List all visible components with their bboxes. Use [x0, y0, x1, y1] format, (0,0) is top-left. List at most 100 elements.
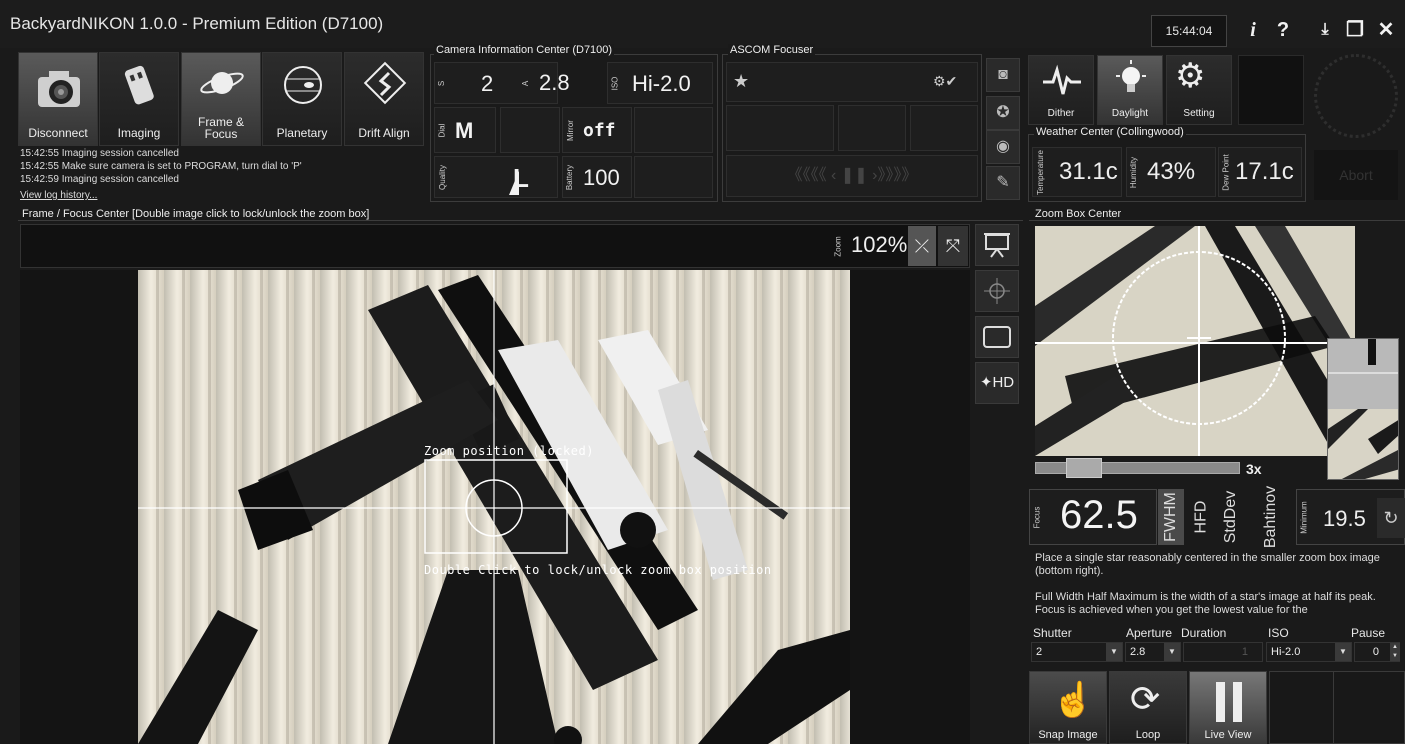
- loop-button[interactable]: ⟳ Loop: [1109, 671, 1187, 744]
- zoom-in-fit-icon[interactable]: ⤫: [908, 226, 936, 266]
- hd-enhance-icon[interactable]: ✦HD: [975, 362, 1019, 404]
- telescope-image[interactable]: [138, 270, 850, 744]
- title-bar: BackyardNIKON 1.0.0 - Premium Edition (D…: [0, 0, 1405, 48]
- quality-wedge-icon: [509, 171, 519, 195]
- close-icon[interactable]: ✕: [1371, 14, 1401, 46]
- duration-input[interactable]: 1: [1183, 642, 1263, 662]
- battery-label: Battery: [565, 164, 575, 190]
- fwhm-option[interactable]: FWHM: [1158, 489, 1184, 545]
- iso-cell: ISO Hi-2.0: [607, 62, 713, 104]
- pen-icon[interactable]: ✎: [986, 166, 1020, 200]
- abort-button[interactable]: Abort: [1314, 150, 1398, 200]
- mirror-cell: Mirror off: [562, 107, 632, 153]
- slider-thumb[interactable]: [1066, 458, 1102, 478]
- frame-rectangle-icon[interactable]: [975, 316, 1019, 358]
- weather-title: Weather Center (Collingwood): [1034, 126, 1186, 138]
- zoom-box-thumbnail: [1327, 338, 1399, 480]
- dial-label: Dial: [437, 123, 447, 137]
- daylight-button[interactable]: Daylight: [1097, 55, 1163, 125]
- mirror-label: Mirror: [565, 119, 575, 141]
- dew-point-label: Dew Point: [1221, 153, 1231, 191]
- help-text-fwhm: Full Width Half Maximum is the width of …: [1035, 591, 1376, 616]
- quality-cell: Quality L: [434, 156, 558, 198]
- humidity-cell: Humidity 43%: [1126, 147, 1216, 197]
- dither-button[interactable]: Dither: [1028, 55, 1094, 125]
- stepper-arrows-icon[interactable]: ▲ ▼: [1390, 643, 1400, 661]
- temperature-cell: Temperature 31.1c: [1032, 147, 1122, 197]
- star-icon: ★: [733, 71, 750, 91]
- duration-label: Duration: [1181, 626, 1227, 640]
- pause-label: Pause: [1351, 626, 1386, 640]
- focus-value: 62.5: [1060, 493, 1138, 537]
- live-view-button[interactable]: Live View: [1189, 671, 1267, 744]
- iso-control-label: ISO: [1268, 626, 1289, 640]
- dew-point-cell: Dew Point 17.1c: [1218, 147, 1302, 197]
- planetary-button[interactable]: Planetary: [262, 52, 342, 146]
- focuser-gear-check-icon[interactable]: ⚙✔: [933, 73, 957, 90]
- chevron-down-icon: ▼: [1335, 643, 1351, 661]
- disconnect-button[interactable]: Disconnect: [18, 52, 98, 146]
- log-line: 15:42:59 Imaging session cancelled: [20, 174, 179, 185]
- s-label: S: [437, 80, 447, 86]
- s-value: 2: [481, 71, 494, 96]
- log-line: 15:42:55 Imaging session cancelled: [20, 148, 179, 159]
- shutter-select[interactable]: 2 ▼: [1031, 642, 1123, 662]
- iso-label: ISO: [610, 76, 620, 90]
- setting-label: Setting: [1183, 108, 1215, 119]
- imaging-label: Imaging: [117, 126, 161, 140]
- progress-dial: [1314, 54, 1398, 138]
- frame-focus-title: Frame / Focus Center [Double image click…: [22, 208, 370, 220]
- hand-icon: ☝: [1052, 681, 1095, 719]
- battery-value: 100: [583, 165, 620, 190]
- zoom-expand-icon[interactable]: ⤧: [938, 226, 968, 266]
- temperature-value: 31.1c: [1059, 158, 1118, 185]
- imaging-button[interactable]: Imaging: [99, 52, 179, 146]
- dial-cell: Dial M: [434, 107, 496, 153]
- restore-icon[interactable]: ❐: [1340, 14, 1370, 46]
- camera-info-title: Camera Information Center (D7100): [434, 44, 615, 56]
- info-icon[interactable]: i: [1238, 14, 1268, 46]
- presentation-icon[interactable]: [975, 224, 1019, 266]
- snap-image-button[interactable]: ☝ Snap Image: [1029, 671, 1107, 744]
- help-icon[interactable]: ?: [1268, 14, 1298, 46]
- bahtinov-option[interactable]: Bahtinov: [1250, 486, 1292, 548]
- aperture-select[interactable]: 2.8 ▼: [1125, 642, 1181, 662]
- aperture-icon[interactable]: ◉: [986, 130, 1020, 164]
- daylight-label: Daylight: [1111, 108, 1149, 119]
- iso-select[interactable]: Hi-2.0 ▼: [1266, 642, 1352, 662]
- help-text-placement: Place a single star reasonably centered …: [1035, 552, 1380, 577]
- disconnect-label: Disconnect: [28, 126, 88, 140]
- setting-button[interactable]: ⚙ Setting: [1166, 55, 1232, 125]
- frame-focus-toolbar: Zoom: [20, 224, 970, 268]
- crosshair-icon[interactable]: [975, 270, 1019, 312]
- chevron-down-icon: ▼: [1106, 643, 1122, 661]
- zoom-box-image[interactable]: [1035, 226, 1355, 456]
- double-click-hint-overlay: Double Click to lock/unlock zoom box pos…: [424, 563, 772, 577]
- magnification-slider[interactable]: [1035, 458, 1240, 478]
- camera-shot-icon[interactable]: ◙: [986, 58, 1020, 92]
- stddev-option[interactable]: StdDev: [1216, 489, 1246, 545]
- zoom-value: 102%: [851, 232, 908, 257]
- minimum-readout: Minimum 19.5 ↻: [1296, 489, 1405, 545]
- loop-icon: ⟳: [1130, 678, 1161, 719]
- view-log-history-link[interactable]: View log history...: [20, 190, 97, 201]
- star-button-icon[interactable]: ✪: [986, 96, 1020, 130]
- planetary-label: Planetary: [276, 126, 328, 140]
- aperture-label: Aperture: [1126, 626, 1173, 640]
- drift-align-button[interactable]: Drift Align: [344, 52, 424, 146]
- minimize-icon[interactable]: ⤓: [1310, 14, 1340, 46]
- focuser-nav[interactable]: 《《《《 ‹ ❚❚ ›》》》》: [726, 155, 978, 197]
- focus-label: Focus: [1032, 506, 1042, 528]
- a-label: A: [521, 80, 531, 86]
- minimum-value: 19.5: [1323, 506, 1366, 531]
- hfd-option[interactable]: HFD: [1188, 489, 1214, 545]
- mirror-value: off: [583, 120, 616, 141]
- pulse-icon: [1043, 64, 1081, 95]
- pause-bars-icon: [1216, 682, 1242, 722]
- quality-label: Quality: [437, 164, 447, 190]
- gears-icon: ⚙: [1175, 57, 1206, 95]
- frame-focus-button[interactable]: Frame & Focus: [181, 52, 261, 146]
- frame-focus-label: Frame & Focus: [197, 115, 244, 141]
- reset-icon[interactable]: ↻: [1377, 498, 1405, 538]
- shutter-label: Shutter: [1033, 626, 1072, 640]
